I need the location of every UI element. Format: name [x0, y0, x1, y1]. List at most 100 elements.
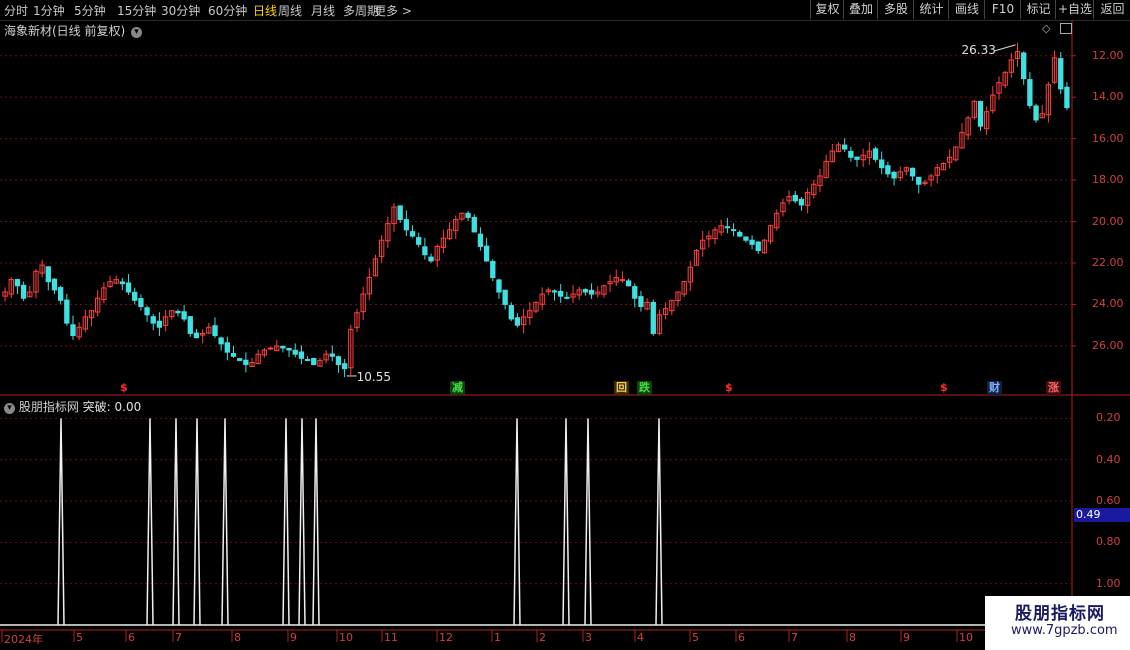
candle: [372, 254, 379, 277]
indicator-spike: [584, 418, 592, 626]
candle: [64, 293, 70, 326]
candle: [520, 308, 527, 334]
price-tick-label: 14.00: [1092, 90, 1124, 104]
x-axis-label: 8: [234, 631, 241, 644]
x-axis-label: 10: [959, 631, 973, 644]
candle: [718, 219, 724, 236]
candle: [959, 123, 965, 149]
candle: [119, 278, 126, 291]
candle: [903, 166, 910, 176]
candle: [842, 138, 848, 152]
candle: [687, 260, 693, 291]
candle: [601, 284, 607, 298]
candle: [354, 308, 360, 332]
candle: [700, 230, 706, 257]
candle: [391, 202, 397, 232]
candle: [206, 322, 212, 335]
candle: [953, 146, 959, 162]
event-marker[interactable]: 减: [450, 381, 465, 395]
candle: [144, 305, 150, 322]
candle: [502, 289, 508, 310]
candle: [138, 294, 144, 311]
candle: [576, 286, 582, 301]
candle: [348, 325, 354, 377]
candle: [496, 278, 502, 299]
candle: [983, 106, 990, 136]
candle: [693, 249, 700, 266]
candle: [255, 349, 261, 365]
high-price-label: 26.33: [961, 42, 996, 57]
event-marker[interactable]: $: [938, 381, 950, 395]
candle: [551, 289, 558, 301]
main-chart-title[interactable]: 海象新材(日线 前复权) ▾: [4, 22, 143, 39]
candle: [88, 309, 95, 327]
candle: [897, 166, 903, 181]
candle: [199, 329, 206, 344]
candle: [477, 227, 484, 251]
event-marker[interactable]: 跌: [637, 381, 652, 395]
chevron-down-icon[interactable]: ▾: [4, 403, 15, 414]
candle: [1002, 71, 1008, 89]
candle: [712, 226, 718, 245]
candle: [564, 291, 570, 300]
candle: [755, 241, 761, 254]
candle: [767, 224, 774, 245]
indicator-spike: [655, 418, 663, 626]
candle: [329, 345, 335, 362]
candle: [224, 336, 230, 361]
candle: [1014, 42, 1021, 67]
candle: [811, 179, 817, 199]
candle: [706, 230, 712, 248]
indicator-name: 股朋指标网: [18, 400, 79, 414]
event-marker[interactable]: 涨: [1046, 381, 1061, 395]
candle: [730, 223, 737, 237]
candle: [298, 345, 305, 365]
candle: [76, 322, 82, 341]
candle: [459, 212, 465, 221]
candle: [971, 100, 977, 120]
candle: [749, 235, 755, 250]
candle: [169, 310, 175, 320]
candle: [422, 237, 428, 260]
candle: [45, 266, 51, 291]
candle: [453, 215, 459, 239]
candle: [267, 346, 274, 351]
indicator-tick-label: 0.60: [1096, 494, 1121, 507]
candle: [916, 176, 922, 194]
candle: [57, 285, 64, 305]
candle: [33, 269, 39, 299]
event-marker[interactable]: 财: [987, 381, 1002, 395]
event-marker[interactable]: $: [118, 381, 130, 395]
candle: [613, 269, 619, 287]
candle: [304, 356, 311, 362]
candle: [230, 345, 237, 358]
candle: [490, 259, 496, 282]
candle: [409, 225, 416, 238]
candle: [379, 235, 385, 263]
chevron-down-icon[interactable]: ▾: [131, 27, 143, 38]
diamond-icon[interactable]: ◇: [1042, 22, 1050, 35]
indicator-title[interactable]: ▾ 股朋指标网 突破: 0.00: [4, 398, 141, 415]
candle: [465, 210, 471, 222]
x-axis-label: 5: [692, 631, 699, 644]
candle: [14, 278, 21, 294]
candle: [1045, 81, 1052, 123]
event-marker[interactable]: 回: [614, 381, 629, 395]
indicator-spike: [282, 418, 290, 626]
panel-toggle-icon[interactable]: [1060, 23, 1072, 34]
x-axis-label: 10: [339, 631, 353, 644]
watermark: 股朋指标网 www.7gpzb.com: [985, 596, 1130, 650]
candle: [946, 149, 953, 169]
candle: [434, 244, 440, 268]
candle: [965, 115, 971, 141]
candle: [588, 283, 595, 300]
candle: [879, 151, 885, 175]
event-marker[interactable]: $: [723, 381, 735, 395]
candle: [2, 287, 8, 302]
x-axis-label: 8: [849, 631, 856, 644]
indicator-spike: [57, 418, 65, 626]
candle: [341, 359, 348, 378]
price-tick-label: 26.00: [1092, 338, 1124, 352]
watermark-title: 股朋指标网: [1015, 604, 1105, 624]
candle: [261, 347, 268, 358]
